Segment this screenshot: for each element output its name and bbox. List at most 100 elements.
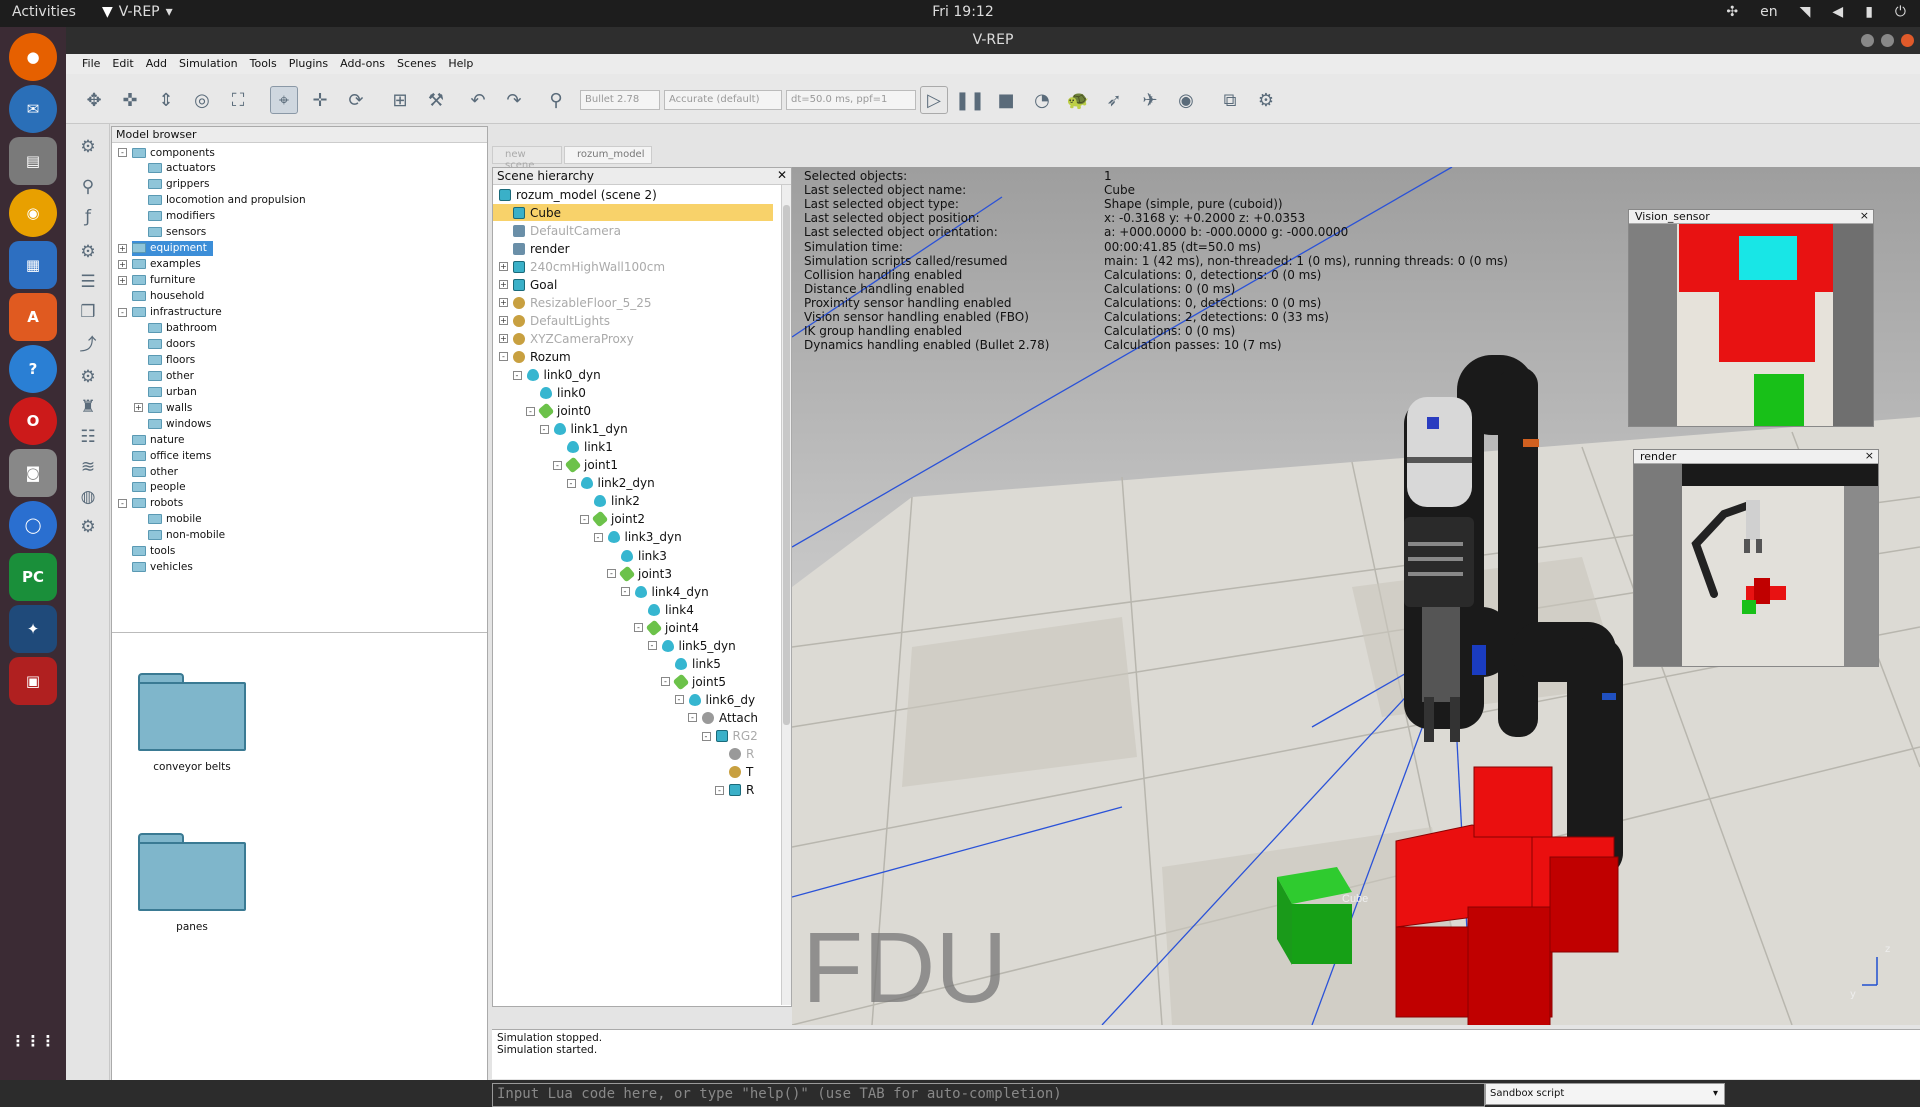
hierarchy-item[interactable]: link4: [648, 601, 694, 618]
model-tree-item[interactable]: infrastructure: [132, 305, 222, 320]
opera-icon[interactable]: O: [9, 397, 57, 445]
language-indicator[interactable]: en: [1760, 4, 1778, 20]
maximize-icon[interactable]: [1881, 34, 1894, 47]
hierarchy-item[interactable]: rozum_model (scene 2): [499, 186, 657, 203]
object-rotate-icon[interactable]: ⟳: [342, 86, 370, 114]
chromium-icon[interactable]: ◯: [9, 501, 57, 549]
model-tree-item[interactable]: windows: [148, 416, 211, 431]
hierarchy-item[interactable]: R: [729, 746, 754, 763]
hierarchy-item[interactable]: XYZCameraProxy: [513, 330, 634, 347]
model-tree-item[interactable]: actuators: [148, 161, 216, 176]
expand-toggle[interactable]: -: [526, 406, 535, 416]
model-tree-item[interactable]: nature: [132, 432, 184, 447]
model-tree-item[interactable]: other: [132, 464, 178, 479]
expand-toggle[interactable]: -: [499, 352, 508, 362]
expand-toggle[interactable]: -: [688, 713, 697, 723]
model-browser-icon[interactable]: ♜: [75, 394, 101, 420]
hierarchy-item[interactable]: link0: [540, 385, 586, 402]
menu-help[interactable]: Help: [442, 54, 479, 74]
user-settings-icon[interactable]: ⚙: [75, 514, 101, 540]
expand-toggle[interactable]: -: [647, 641, 657, 651]
model-tree-item[interactable]: furniture: [132, 273, 195, 288]
path-icon[interactable]: ⤴: [75, 329, 101, 355]
hierarchy-item[interactable]: link5: [675, 655, 721, 672]
accuracy-select[interactable]: Accurate (default): [664, 90, 782, 110]
expand-toggle[interactable]: +: [118, 243, 127, 253]
model-tree-item[interactable]: non-mobile: [148, 528, 225, 543]
files-icon[interactable]: ▤: [9, 137, 57, 185]
pycharm-icon[interactable]: PC: [9, 553, 57, 601]
hierarchy-item[interactable]: Cube: [493, 204, 773, 222]
expand-toggle[interactable]: -: [118, 307, 127, 317]
expand-toggle[interactable]: +: [118, 259, 127, 269]
scroll-thumb[interactable]: [783, 205, 790, 725]
close-icon[interactable]: ✕: [777, 168, 787, 182]
hierarchy-item[interactable]: joint5: [672, 673, 726, 691]
simulation-settings-icon[interactable]: ⚙: [75, 134, 101, 160]
click-select-icon[interactable]: ⌖: [270, 86, 298, 114]
hierarchy-item[interactable]: render: [513, 240, 570, 257]
expand-toggle[interactable]: -: [118, 148, 127, 157]
play-icon[interactable]: ▷: [920, 86, 948, 114]
hierarchy-item[interactable]: link6_dy: [688, 691, 755, 708]
layers-stack-icon[interactable]: ≋: [75, 454, 101, 480]
expand-toggle[interactable]: -: [607, 569, 616, 579]
expand-toggle[interactable]: +: [134, 403, 143, 413]
menu-addons[interactable]: Add-ons: [334, 54, 391, 74]
hierarchy-item[interactable]: link4_dyn: [634, 583, 709, 600]
hierarchy-item[interactable]: R: [729, 782, 754, 799]
timestep-select[interactable]: dt=50.0 ms, ppf=1: [786, 90, 916, 110]
dynamics-icon[interactable]: ⚲: [542, 86, 570, 114]
expand-toggle[interactable]: -: [118, 498, 127, 508]
expand-toggle[interactable]: +: [499, 262, 508, 272]
list-icon[interactable]: ☰: [75, 269, 101, 295]
hierarchy-item[interactable]: joint0: [537, 402, 591, 420]
speed-up-icon[interactable]: ➶: [1100, 86, 1128, 114]
function-icon[interactable]: ƒ: [75, 204, 101, 230]
close-icon[interactable]: ×: [1865, 449, 1874, 462]
expand-toggle[interactable]: -: [539, 424, 549, 434]
menu-plugins[interactable]: Plugins: [283, 54, 334, 74]
hierarchy-item[interactable]: DefaultLights: [513, 312, 610, 329]
film-icon[interactable]: ◍: [75, 484, 101, 510]
hierarchy-item[interactable]: link3_dyn: [607, 529, 682, 546]
menu-file[interactable]: File: [76, 54, 106, 74]
model-tree-item[interactable]: sensors: [148, 225, 206, 240]
realtime-icon[interactable]: ◔: [1028, 86, 1056, 114]
expand-toggle[interactable]: +: [499, 298, 508, 308]
hierarchy-item[interactable]: link3: [621, 547, 667, 564]
app-menu[interactable]: ▼ V-REP ▾: [102, 4, 173, 20]
hierarchy-item[interactable]: link0_dyn: [526, 367, 601, 384]
hierarchy-item[interactable]: link2: [594, 493, 640, 510]
model-tree-item[interactable]: locomotion and propulsion: [148, 193, 306, 208]
layers-icon[interactable]: ⚙: [75, 239, 101, 265]
expand-toggle[interactable]: +: [499, 280, 508, 290]
model-tree-item[interactable]: vehicles: [132, 560, 193, 575]
camera-angle-icon[interactable]: ◎: [188, 86, 216, 114]
model-tree-item[interactable]: components: [132, 145, 215, 160]
close-icon[interactable]: ×: [1860, 209, 1869, 222]
model-tree-item[interactable]: urban: [148, 384, 197, 399]
thumb-panes[interactable]: panes: [127, 833, 257, 933]
terminal-icon[interactable]: ▣: [9, 657, 57, 705]
thumb-conveyor-belts[interactable]: conveyor belts: [127, 673, 257, 773]
model-tree-item[interactable]: doors: [148, 336, 195, 351]
hierarchy-item[interactable]: joint3: [618, 565, 672, 582]
stop-icon[interactable]: ■: [992, 86, 1020, 114]
model-tree-item[interactable]: walls: [148, 400, 192, 415]
hierarchy-item[interactable]: DefaultCamera: [513, 222, 621, 239]
slow-down-icon[interactable]: 🐢: [1064, 86, 1092, 114]
tab-rozum-model[interactable]: rozum_model: [564, 146, 652, 164]
activities-button[interactable]: Activities: [12, 4, 76, 20]
expand-toggle[interactable]: -: [580, 514, 589, 524]
undo-icon[interactable]: ↶: [464, 86, 492, 114]
lua-command-input[interactable]: Input Lua code here, or type "help()" (u…: [492, 1083, 1485, 1107]
hierarchy-item[interactable]: ResizableFloor_5_25: [513, 294, 652, 311]
model-tree-item[interactable]: tools: [132, 544, 175, 559]
cube-icon[interactable]: ❒: [75, 299, 101, 325]
scene-viewport[interactable]: FDU Cube z y Selected objects: 1 Last sele…: [792, 167, 1920, 1025]
expand-toggle[interactable]: +: [499, 316, 508, 326]
expand-toggle[interactable]: -: [674, 695, 684, 705]
camera-shift-icon[interactable]: ⇕: [152, 86, 180, 114]
model-tree-item[interactable]: modifiers: [148, 209, 215, 224]
